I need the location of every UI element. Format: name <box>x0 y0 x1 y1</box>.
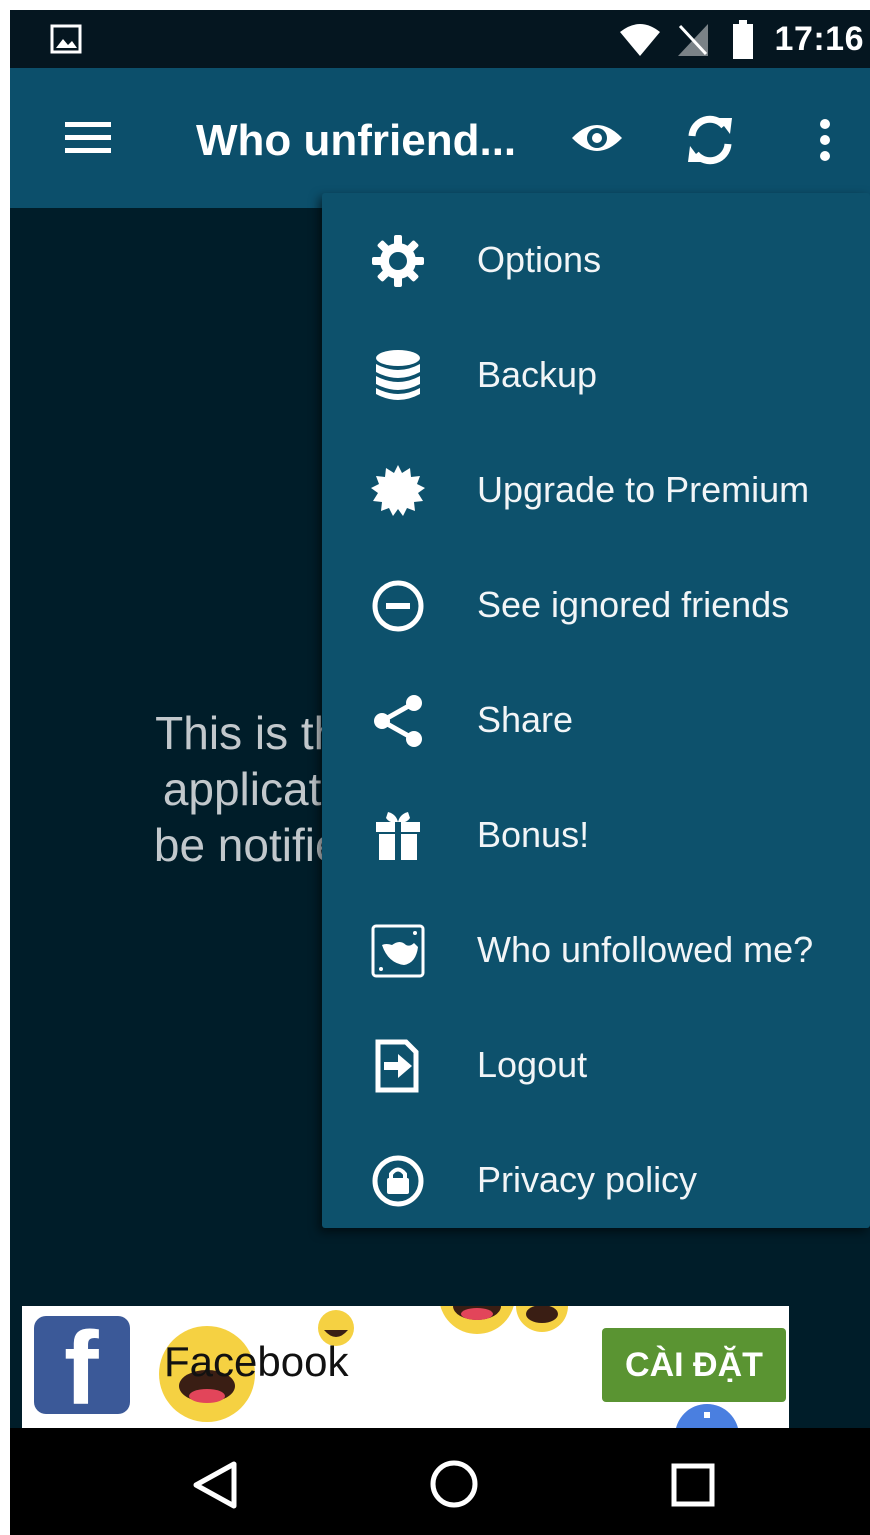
eye-icon[interactable] <box>570 120 624 156</box>
menu-item-label: Share <box>477 699 574 740</box>
minus-circle-icon <box>372 580 424 632</box>
menu-item-logout[interactable]: Logout <box>322 1008 870 1123</box>
menu-item-label: Backup <box>477 354 598 395</box>
facebook-logo: f <box>34 1311 130 1427</box>
home-icon[interactable] <box>428 1458 480 1510</box>
hamburger-menu-icon[interactable] <box>65 120 113 156</box>
wifi-icon <box>620 24 660 56</box>
lock-circle-icon <box>372 1155 424 1207</box>
phone-screen: 17:16 Who unfriend... This is the applic… <box>10 10 870 1535</box>
clock: 17:16 <box>774 20 864 58</box>
back-icon[interactable] <box>190 1460 240 1510</box>
menu-item-label: Logout <box>477 1044 588 1085</box>
badge-icon <box>371 465 425 516</box>
refresh-icon[interactable] <box>682 112 738 168</box>
menu-item-label: See ignored friends <box>477 584 790 625</box>
overflow-menu: Options Backup Upgrade to Premium See ig… <box>322 193 870 1228</box>
menu-item-options[interactable]: Options <box>322 203 870 318</box>
no-signal-icon <box>678 24 708 56</box>
menu-item-label: Bonus! <box>477 814 590 855</box>
gear-icon <box>372 235 424 287</box>
recents-icon[interactable] <box>670 1462 716 1508</box>
menu-item-privacy-policy[interactable]: Privacy policy <box>322 1123 870 1238</box>
database-icon <box>376 350 420 400</box>
app-bar: Who unfriend... <box>10 68 870 208</box>
menu-item-share[interactable]: Share <box>322 663 870 778</box>
menu-item-backup[interactable]: Backup <box>322 318 870 433</box>
install-button[interactable]: CÀI ĐẶT <box>602 1328 786 1402</box>
menu-item-bonus[interactable]: Bonus! <box>322 778 870 893</box>
share-icon <box>374 695 422 747</box>
app-title: Who unfriend... <box>196 116 517 165</box>
menu-item-ignored-friends[interactable]: See ignored friends <box>322 548 870 663</box>
menu-item-label: Who unfollowed me? <box>477 929 814 970</box>
navigation-bar <box>10 1428 870 1535</box>
menu-item-upgrade[interactable]: Upgrade to Premium <box>322 433 870 548</box>
image-notification-icon <box>50 24 82 54</box>
menu-item-who-unfollowed[interactable]: Who unfollowed me? <box>322 893 870 1008</box>
menu-item-label: Upgrade to Premium <box>477 469 810 510</box>
ad-brand-name: Facebook <box>164 1338 349 1385</box>
ad-banner[interactable]: f Facebook CÀI ĐẶT <box>22 1306 789 1428</box>
bird-icon <box>371 924 425 978</box>
status-bar: 17:16 <box>10 10 870 68</box>
logout-icon <box>375 1039 419 1093</box>
menu-item-label: Privacy policy <box>477 1159 698 1200</box>
battery-icon <box>733 20 753 59</box>
gift-icon <box>376 812 420 860</box>
emoji-decoration-icon <box>440 1306 568 1334</box>
menu-item-label: Options <box>477 239 602 280</box>
ad-info-icon[interactable] <box>672 1402 742 1428</box>
overflow-menu-icon[interactable] <box>818 118 832 162</box>
